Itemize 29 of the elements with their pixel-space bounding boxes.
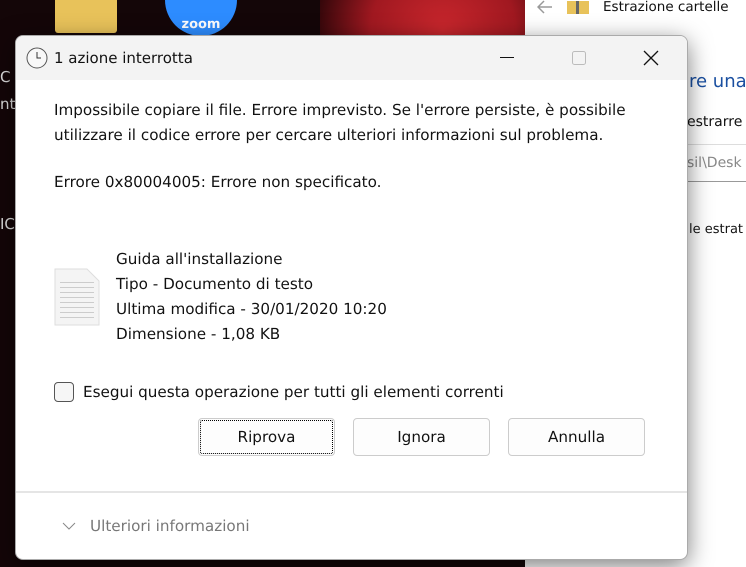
document-icon (54, 268, 100, 326)
zip-folder-icon (567, 0, 589, 14)
file-detail: Dimensione - 1,08 KB (116, 324, 282, 345)
dialog-button[interactable]: Riprova (198, 418, 335, 456)
error-message: Impossibile copiare il file. Errore imprevisto. Se l'errore persiste, è possibile utilizzare il codice errore per cercare ulteriori informazioni sul problema. (54, 100, 627, 146)
minimize-icon (500, 57, 514, 59)
maximize-icon (572, 51, 586, 65)
desktop-label: IC (0, 215, 15, 233)
file-detail: Ultima modifica - 30/01/2020 10:20 (116, 299, 387, 320)
apply-all-checkbox[interactable]: Esegui questa operazione per tutti gli elementi correnti (54, 382, 649, 402)
more-info-toggle[interactable]: Ulteriori informazioni (62, 517, 250, 535)
dialog-button[interactable]: Ignora (353, 418, 490, 456)
error-code: Errore 0x80004005: Errore non specificato. (54, 173, 382, 191)
desktop-label: nt (0, 95, 16, 113)
checkbox-icon[interactable] (54, 382, 74, 402)
heading: re una (689, 71, 746, 92)
dialog-button[interactable]: Annulla (508, 418, 645, 456)
chevron-icon (62, 522, 76, 530)
checkbox-label: Esegui questa operazione per tutti gli elementi correnti (83, 383, 504, 401)
dialog-title: 1 azione interrotta (54, 49, 194, 67)
option-label: le estrat (689, 222, 744, 237)
desktop-label: C (0, 68, 10, 86)
back-arrow-icon[interactable] (537, 0, 553, 14)
close-icon (643, 50, 659, 66)
field-label: estrarre (687, 114, 744, 130)
clock-icon (26, 47, 48, 69)
window-title: Estrazione cartelle (603, 0, 729, 15)
file-name: Guida all'installazione (116, 249, 284, 270)
file-detail: Tipo - Documento di testo (116, 274, 314, 295)
